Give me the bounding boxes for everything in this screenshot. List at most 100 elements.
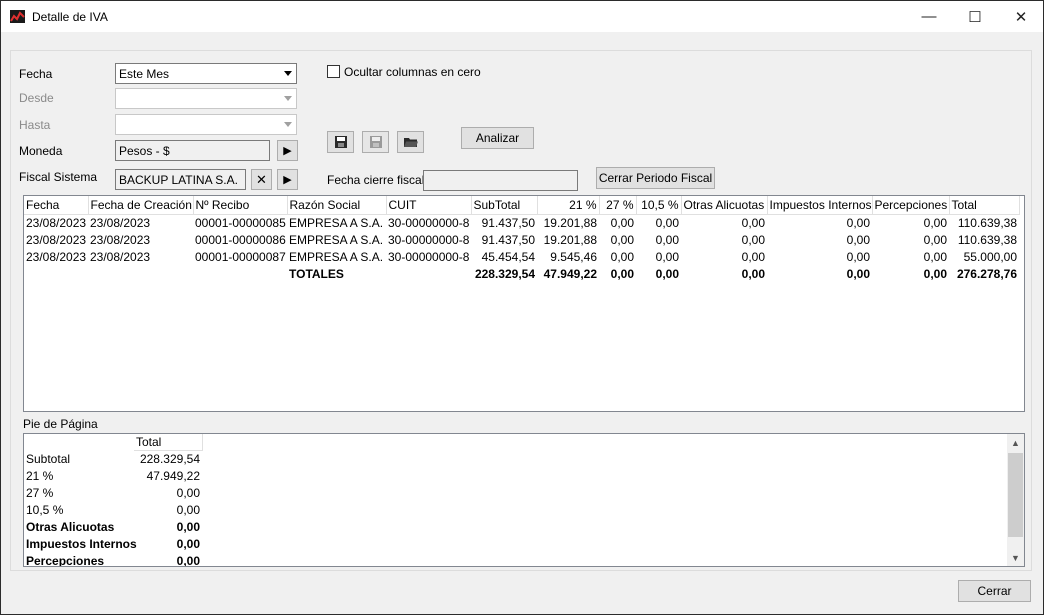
analizar-button[interactable]: Analizar [461, 127, 534, 149]
fiscal-sistema-field: BACKUP LATINA S.A. [115, 169, 246, 190]
cell: 0,00 [655, 215, 679, 230]
column-header[interactable]: SubTotal [471, 196, 538, 215]
column-header[interactable]: Otras Alicuotas [681, 196, 768, 215]
cell: 30-00000000-8 [388, 215, 470, 230]
footer-row[interactable]: 21 % 47.949,22 [24, 467, 202, 484]
footer-row[interactable]: 27 % 0,00 [24, 484, 202, 501]
footer-row-value: 0,00 [176, 519, 200, 534]
table-row[interactable]: 23/08/2023 23/08/2023 00001-00000086 EMP… [24, 231, 1019, 248]
cell: 0,00 [610, 232, 634, 247]
column-header[interactable]: Impuestos Internos [767, 196, 873, 215]
minimize-button[interactable]: — [906, 1, 952, 32]
maximize-button[interactable]: ☐ [952, 1, 998, 32]
cell: 0,00 [923, 249, 947, 264]
window-title: Detalle de IVA [32, 10, 108, 24]
cell: 0,00 [610, 266, 634, 281]
close-window-button[interactable]: ✕ [998, 1, 1044, 32]
cell [193, 265, 287, 282]
column-header[interactable]: Total [134, 434, 203, 451]
scroll-down-icon[interactable]: ▼ [1007, 549, 1024, 566]
totals-label: TOTALES [289, 266, 344, 281]
clear-fiscal-button[interactable]: ✕ [251, 169, 272, 190]
fecha-cierre-label: Fecha cierre fiscal [327, 173, 425, 187]
footer-row[interactable]: Otras Alicuotas 0,00 [24, 518, 202, 535]
save-button[interactable] [327, 131, 354, 153]
footer-row-value: 0,00 [176, 536, 200, 551]
scroll-up-icon[interactable]: ▲ [1007, 434, 1024, 451]
cell: 45.454,54 [481, 249, 535, 264]
cell: 00001-00000085 [195, 215, 286, 230]
cell: EMPRESA A S.A. [289, 232, 384, 247]
cell: 0,00 [741, 249, 765, 264]
table-row[interactable]: 23/08/2023 23/08/2023 00001-00000087 EMP… [24, 248, 1019, 265]
footer-row-label: Impuestos Internos [26, 536, 137, 551]
open-button[interactable] [397, 131, 424, 153]
grid-header-row: Fecha Fecha de Creación Nº Recibo Razón … [24, 196, 1020, 215]
footer-row[interactable]: Subtotal 228.329,54 [24, 450, 202, 467]
cell: 0,00 [610, 215, 634, 230]
footer-row[interactable]: Percepciones 0,00 [24, 552, 202, 567]
cell: 0,00 [923, 215, 947, 230]
fecha-cierre-field[interactable] [423, 170, 578, 191]
cerrar-button[interactable]: Cerrar [958, 580, 1031, 602]
folder-open-icon [403, 137, 418, 147]
cell: 91.437,50 [481, 232, 535, 247]
column-header[interactable]: 10,5 % [636, 196, 682, 215]
cell: 0,00 [655, 266, 679, 281]
iva-grid[interactable]: Fecha Fecha de Creación Nº Recibo Razón … [23, 195, 1025, 412]
save-disabled-icon [369, 136, 382, 148]
moneda-select-button[interactable]: ▶ [277, 140, 298, 161]
title-bar: Detalle de IVA — ☐ ✕ [1, 1, 1043, 32]
table-row[interactable]: 23/08/2023 23/08/2023 00001-00000085 EMP… [24, 214, 1019, 231]
footer-scrollbar[interactable]: ▲ ▼ [1007, 434, 1024, 566]
column-header[interactable]: Fecha [24, 196, 89, 215]
chevron-down-icon [284, 71, 292, 76]
cell: EMPRESA A S.A. [289, 249, 384, 264]
cell: 0,00 [846, 249, 870, 264]
fiscal-select-button[interactable]: ▶ [277, 169, 298, 190]
pie-de-pagina-grid[interactable]: Total Subtotal 228.329,54 21 % 47.949,22 2… [23, 433, 1025, 567]
cell: 00001-00000087 [195, 249, 286, 264]
cell: 19.201,88 [543, 232, 597, 247]
column-header[interactable]: CUIT [386, 196, 472, 215]
ocultar-columnas-checkbox[interactable] [327, 65, 340, 78]
save-as-button[interactable] [362, 131, 389, 153]
save-icon [334, 136, 347, 148]
desde-date-picker[interactable] [115, 88, 297, 109]
footer-row[interactable]: Impuestos Internos 0,00 [24, 535, 202, 552]
footer-row-value: 0,00 [176, 553, 200, 567]
ocultar-columnas-label: Ocultar columnas en cero [344, 65, 481, 79]
footer-row-label: 21 % [26, 468, 54, 483]
footer-row-label: 27 % [26, 485, 54, 500]
cell: 23/08/2023 [90, 249, 151, 264]
cell: 0,00 [741, 232, 765, 247]
footer-row-value: 0,00 [176, 485, 200, 500]
cell: 0,00 [923, 232, 947, 247]
cell: 47.949,22 [543, 266, 597, 281]
column-header[interactable]: Razón Social [287, 196, 387, 215]
cell: 55.000,00 [963, 249, 1017, 264]
fecha-select[interactable]: Este Mes [115, 63, 297, 84]
column-header[interactable]: Percepciones [872, 196, 950, 215]
cell: 0,00 [923, 266, 947, 281]
footer-row[interactable]: 10,5 % 0,00 [24, 501, 202, 518]
cell: 23/08/2023 [90, 232, 151, 247]
cell: 23/08/2023 [26, 232, 87, 247]
cerrar-periodo-button[interactable]: Cerrar Periodo Fiscal [596, 167, 715, 189]
cell: 0,00 [610, 249, 634, 264]
footer-corner [24, 434, 134, 450]
cell: 0,00 [741, 215, 765, 230]
fecha-label: Fecha [19, 67, 53, 81]
close-icon: ✕ [1014, 8, 1028, 26]
column-header[interactable]: Nº Recibo [193, 196, 288, 215]
column-header[interactable]: 27 % [599, 196, 637, 215]
column-header[interactable]: 21 % [537, 196, 600, 215]
hasta-date-picker[interactable] [115, 114, 297, 135]
cell: 0,00 [846, 215, 870, 230]
column-header[interactable]: Total [949, 196, 1020, 215]
cell: 23/08/2023 [26, 249, 87, 264]
cell: 23/08/2023 [26, 215, 87, 230]
scrollbar-thumb[interactable] [1008, 453, 1023, 537]
minimize-icon: — [921, 8, 937, 25]
column-header[interactable]: Fecha de Creación [88, 196, 194, 215]
